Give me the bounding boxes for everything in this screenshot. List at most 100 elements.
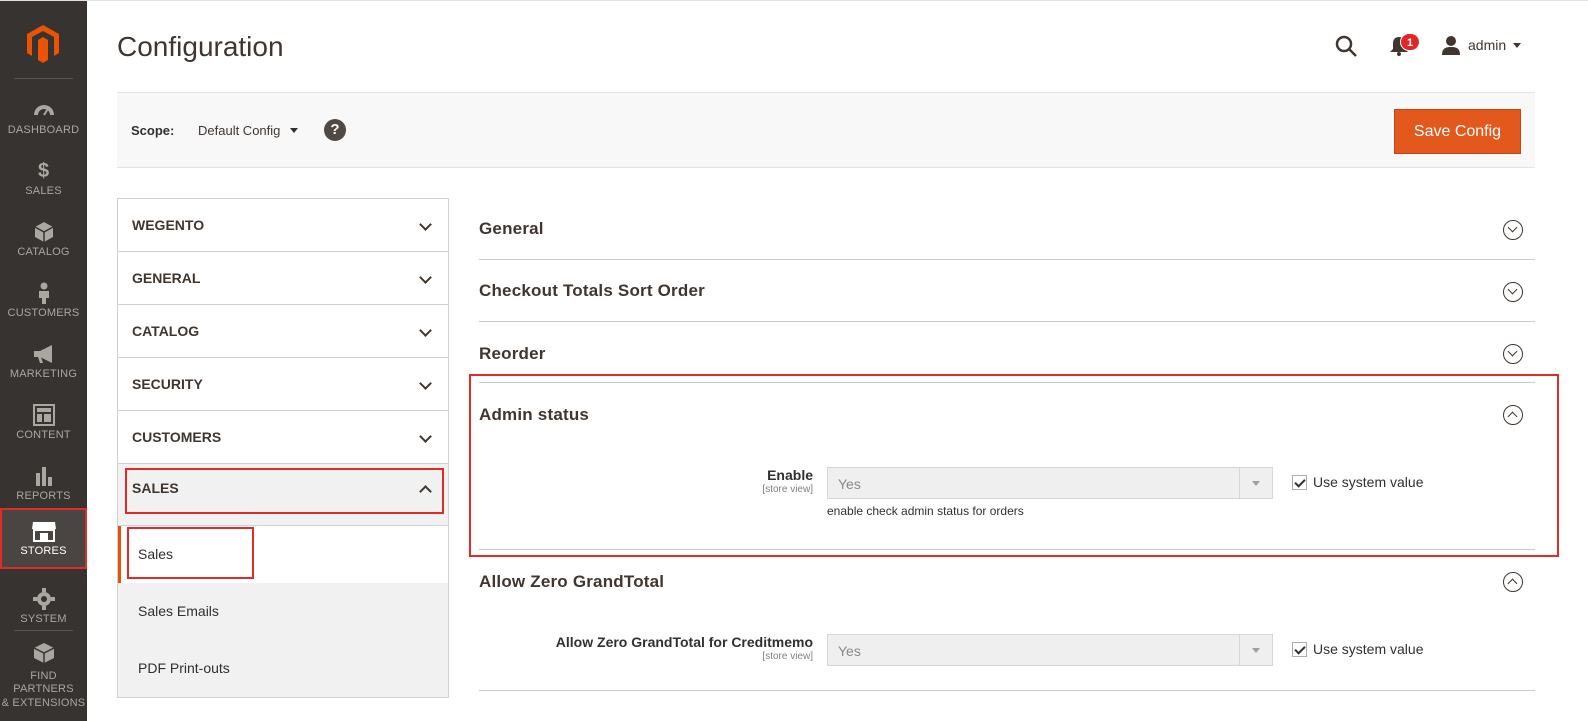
chevron-down-icon <box>1239 635 1272 665</box>
chevron-down-icon <box>1239 468 1272 498</box>
tab-label: CATALOG <box>132 323 200 339</box>
chevron-down-icon <box>419 430 432 443</box>
section-title[interactable]: Admin status <box>479 405 589 425</box>
use-system-value-checkbox[interactable] <box>1292 642 1307 657</box>
nav-label-line1: FIND PARTNERS <box>13 670 74 695</box>
cube-icon <box>34 222 53 242</box>
nav-content[interactable]: CONTENT <box>0 392 87 453</box>
expand-icon[interactable] <box>1503 344 1523 364</box>
sidebar-divider <box>14 630 73 631</box>
storefront-icon <box>31 522 56 542</box>
section-title[interactable]: Reorder <box>479 344 546 364</box>
nav-label: REPORTS <box>16 490 71 502</box>
sidebar-divider <box>14 78 73 79</box>
subtab-pdf-printouts[interactable]: PDF Print-outs <box>118 640 448 697</box>
chevron-up-icon <box>419 485 432 498</box>
nav-marketing[interactable]: MARKETING <box>0 331 87 392</box>
scope-toolbar: Scope: Default Config ? Save Config <box>117 92 1535 168</box>
nav-catalog[interactable]: CATALOG <box>0 209 87 270</box>
tab-label: CUSTOMERS <box>132 429 222 445</box>
scope-note: [store view] <box>762 651 813 662</box>
nav-label: CONTENT <box>16 429 71 441</box>
subtab-label: Sales Emails <box>138 603 219 619</box>
collapse-icon[interactable] <box>1503 405 1523 425</box>
nav-system[interactable]: SYSTEM <box>0 576 87 637</box>
caret-down-icon <box>1513 42 1522 48</box>
nav-label: CUSTOMERS <box>7 307 80 319</box>
nav-label: MARKETING <box>9 368 78 380</box>
section-title[interactable]: General <box>479 219 544 239</box>
chevron-down-icon <box>419 324 432 337</box>
select-value: Yes <box>838 643 861 659</box>
notification-badge[interactable]: 1 <box>1400 33 1420 51</box>
expand-icon[interactable] <box>1503 220 1523 240</box>
section-admin-status: Admin status Enable [store view] Yes Use… <box>479 383 1535 550</box>
sales-subtabs: Sales Sales Emails PDF Print-outs <box>117 526 449 698</box>
box-icon <box>33 643 54 663</box>
subtab-sales[interactable]: Sales <box>118 526 448 583</box>
nav-label: SYSTEM <box>20 613 67 625</box>
section-reorder: Reorder <box>479 322 1535 383</box>
help-icon[interactable]: ? <box>324 119 346 141</box>
page-title: Configuration <box>117 31 284 62</box>
dashboard-icon <box>33 105 54 116</box>
tab-label: WEGENTO <box>132 217 205 233</box>
section-zero-grandtotal: Allow Zero GrandTotal Allow Zero GrandTo… <box>479 550 1535 691</box>
nav-label: CATALOG <box>17 246 70 258</box>
tab-general[interactable]: GENERAL <box>117 252 449 305</box>
scope-switcher[interactable]: Default Config <box>198 123 299 138</box>
gear-icon <box>32 588 55 610</box>
search-icon[interactable] <box>1334 34 1358 58</box>
use-system-value-label[interactable]: Use system value <box>1313 474 1423 490</box>
zero-grandtotal-select[interactable]: Yes <box>827 634 1273 666</box>
layout-icon <box>32 404 55 426</box>
admin-user-menu[interactable]: admin <box>1441 34 1522 56</box>
tab-customers[interactable]: CUSTOMERS <box>117 411 449 464</box>
nav-label: SALES <box>25 185 62 197</box>
caret-down-icon <box>290 128 299 133</box>
enable-label: Enable <box>767 467 813 483</box>
nav-label: DASHBOARD <box>7 124 80 136</box>
enable-select[interactable]: Yes <box>827 467 1273 499</box>
chevron-down-icon <box>419 218 432 231</box>
expand-icon[interactable] <box>1503 282 1523 302</box>
tab-sales[interactable]: SALES <box>117 464 449 526</box>
tab-catalog[interactable]: CATALOG <box>117 305 449 358</box>
zero-grandtotal-label: Allow Zero GrandTotal for Creditmemo <box>555 634 813 650</box>
section-title[interactable]: Allow Zero GrandTotal <box>479 572 664 592</box>
use-system-value-label[interactable]: Use system value <box>1313 641 1423 657</box>
tab-label: SECURITY <box>132 376 203 392</box>
nav-label-line2: & EXTENSIONS <box>1 697 86 709</box>
field-comment: enable check admin status for orders <box>827 504 1024 518</box>
nav-find-partners[interactable]: FIND PARTNERS & EXTENSIONS <box>0 637 87 709</box>
use-system-value-checkbox[interactable] <box>1292 475 1307 490</box>
nav-reports[interactable]: REPORTS <box>0 453 87 514</box>
chevron-down-icon <box>419 271 432 284</box>
nav-customers[interactable]: CUSTOMERS <box>0 270 87 331</box>
section-title[interactable]: Checkout Totals Sort Order <box>479 281 705 301</box>
save-config-button[interactable]: Save Config <box>1394 109 1521 154</box>
megaphone-icon <box>33 345 52 363</box>
tab-label: GENERAL <box>132 270 201 286</box>
subtab-sales-emails[interactable]: Sales Emails <box>118 583 448 640</box>
config-sections: General Checkout Totals Sort Order Reord… <box>479 198 1535 691</box>
user-name: admin <box>1468 37 1507 53</box>
subtab-label: PDF Print-outs <box>138 660 230 676</box>
nav-dashboard[interactable]: DASHBOARD <box>0 87 87 148</box>
dollar-icon: $ <box>37 160 50 182</box>
page: DASHBOARD $ SALES CATALOG CUSTOMERS MARK… <box>0 0 1588 721</box>
scope-value: Default Config <box>198 123 281 138</box>
nav-sales[interactable]: $ SALES <box>0 148 87 209</box>
chevron-down-icon <box>419 377 432 390</box>
subtab-label: Sales <box>138 546 174 562</box>
tab-wegento[interactable]: WEGENTO <box>117 198 449 252</box>
section-general: General <box>479 198 1535 260</box>
section-checkout-totals: Checkout Totals Sort Order <box>479 260 1535 322</box>
nav-stores[interactable]: STORES <box>0 508 87 569</box>
person-icon <box>38 282 49 304</box>
select-value: Yes <box>838 476 861 492</box>
magento-logo[interactable] <box>24 23 62 63</box>
tab-security[interactable]: SECURITY <box>117 358 449 411</box>
collapse-icon[interactable] <box>1503 572 1523 592</box>
nav-label: STORES <box>20 545 67 557</box>
